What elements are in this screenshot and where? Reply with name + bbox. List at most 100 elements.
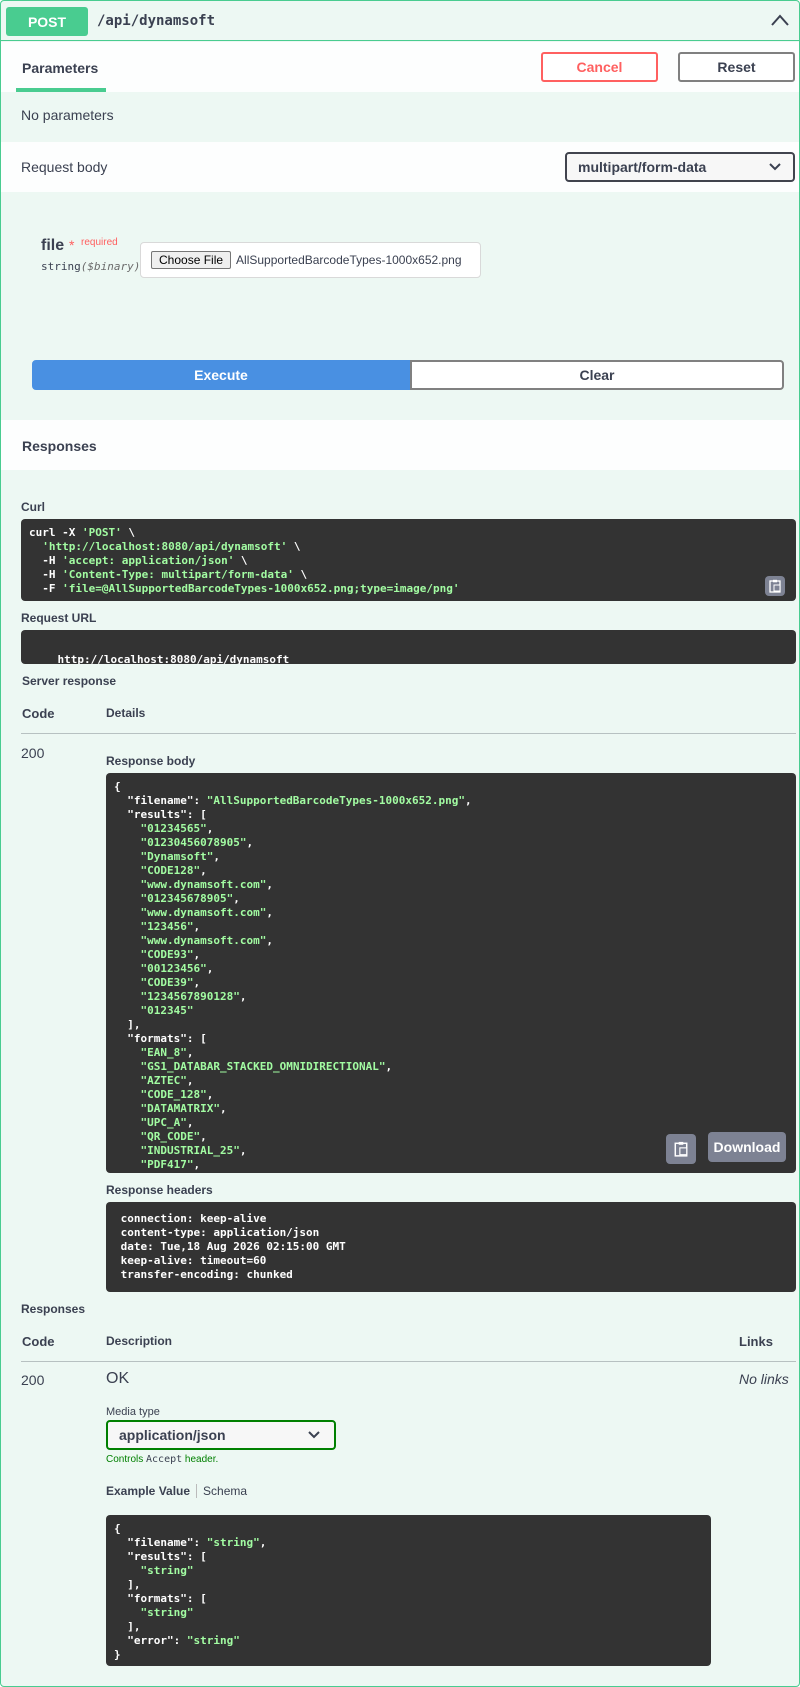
- response-body-line: "Dynamsoft",: [114, 850, 788, 864]
- choose-file-button[interactable]: Choose File: [151, 251, 232, 269]
- clear-button[interactable]: Clear: [410, 360, 784, 390]
- request-url-block[interactable]: http://localhost:8080/api/dynamsoft: [21, 630, 796, 664]
- response-body-punct: ,: [193, 976, 201, 989]
- response-body-key: [114, 1116, 141, 1129]
- response-body-key: [114, 1088, 141, 1101]
- chevron-up-icon[interactable]: [769, 11, 791, 29]
- response-header-line: date: Tue,18 Aug 2026 02:15:00 GMT: [114, 1240, 353, 1253]
- curl-line: -H 'Content-Type: multipart/form-data' \: [29, 568, 788, 582]
- server-response-label: Server response: [22, 674, 117, 688]
- curl-code-block[interactable]: curl -X 'POST' \ 'http://localhost:8080/…: [21, 519, 796, 601]
- copy-curl-button[interactable]: [765, 576, 785, 596]
- response-body-punct: ,: [186, 1046, 194, 1059]
- response-header-line: content-type: application/json: [114, 1226, 326, 1239]
- response-body-line: "123456",: [114, 920, 788, 934]
- example-key: "formats": [: [114, 1592, 207, 1605]
- response-body-line: "www.dynamsoft.com",: [114, 906, 788, 920]
- response-body-key: [114, 934, 141, 947]
- curl-string: 'Content-Type: multipart/form-data': [62, 568, 294, 581]
- response-body-line: "results": [: [114, 808, 788, 822]
- response-body-punct: ,: [193, 920, 201, 933]
- clipboard-icon: [769, 579, 781, 593]
- reset-button[interactable]: Reset: [678, 52, 795, 82]
- file-input[interactable]: Choose File AllSupportedBarcodeTypes-100…: [140, 242, 481, 278]
- tab-example-value[interactable]: Example Value: [106, 1484, 190, 1498]
- response-body-line: "GS1_DATABAR_STACKED_OMNIDIRECTIONAL",: [114, 1060, 788, 1074]
- response-body-string: "UPC_A": [140, 1116, 187, 1129]
- example-punct: ,: [259, 1536, 267, 1549]
- response-body-block[interactable]: { "filename": "AllSupportedBarcodeTypes-…: [106, 773, 796, 1173]
- cancel-button[interactable]: Cancel: [541, 52, 658, 82]
- media-type-label: Media type: [106, 1406, 160, 1418]
- chevron-down-icon: [308, 1431, 320, 1439]
- operation-summary[interactable]: POST /api/dynamsoft: [1, 1, 799, 41]
- curl-line: -H 'accept: application/json' \: [29, 554, 788, 568]
- request-url-label: Request URL: [21, 611, 97, 625]
- response-header-line: connection: keep-alive: [114, 1212, 273, 1225]
- response-body-punct: ,: [233, 892, 240, 905]
- response-body-line: "CODE39",: [114, 976, 788, 990]
- response-body-key: [114, 850, 141, 863]
- doc-response-links: No links: [739, 1371, 789, 1387]
- parameters-header: Parameters Cancel Reset: [1, 42, 799, 92]
- response-body-label: Response body: [106, 754, 196, 768]
- response-body-key: [114, 1144, 141, 1157]
- response-headers-block[interactable]: connection: keep-alive content-type: app…: [106, 1202, 796, 1292]
- request-url-value: http://localhost:8080/api/dynamsoft: [57, 653, 290, 664]
- response-body-string: "www.dynamsoft.com": [140, 934, 267, 947]
- response-body-punct: ,: [219, 1102, 227, 1115]
- response-body-string: "PDF417": [140, 1158, 194, 1171]
- response-body-key: ],: [114, 1018, 141, 1031]
- param-type: string($binary): [41, 260, 140, 273]
- response-body-key: [114, 836, 141, 849]
- response-body-key: [114, 822, 141, 835]
- execute-button[interactable]: Execute: [32, 360, 410, 390]
- response-body-key: [114, 920, 141, 933]
- response-body-key: "filename":: [114, 794, 207, 807]
- curl-string: 'http://localhost:8080/api/dynamsoft': [42, 540, 288, 553]
- response-body-key: [114, 990, 141, 1003]
- chevron-down-icon: [769, 163, 781, 171]
- controls-accept-note: Controls Accept header.: [106, 1454, 218, 1465]
- copy-response-button[interactable]: [666, 1134, 696, 1164]
- response-body-string: "1234567890128": [140, 990, 240, 1003]
- example-key: [114, 1564, 141, 1577]
- operation-block: POST /api/dynamsoft Parameters Cancel Re…: [0, 0, 800, 1687]
- param-type-name: string: [41, 260, 81, 273]
- curl-line: 'http://localhost:8080/api/dynamsoft' \: [29, 540, 788, 554]
- response-headers-label: Response headers: [106, 1183, 213, 1197]
- tab-parameters[interactable]: Parameters: [22, 60, 98, 76]
- media-type-select[interactable]: application/json: [106, 1420, 336, 1450]
- clipboard-icon: [674, 1141, 688, 1157]
- example-value-block[interactable]: { "filename": "string", "results": [ "st…: [106, 1515, 711, 1666]
- response-body-string: "012345": [140, 1004, 194, 1017]
- response-body-text: {: [114, 780, 121, 793]
- response-body-string: "01234565": [140, 822, 207, 835]
- example-line: "results": [: [114, 1550, 703, 1564]
- curl-string: 'file=@AllSupportedBarcodeTypes-1000x652…: [62, 582, 460, 595]
- response-body-key: [114, 976, 141, 989]
- doc-links-header: Links: [739, 1334, 773, 1349]
- example-string: "string": [206, 1536, 260, 1549]
- response-body-key: [114, 1130, 141, 1143]
- responses-title: Responses: [22, 438, 97, 454]
- http-method-badge: POST: [6, 7, 88, 36]
- request-body-label: Request body: [21, 159, 108, 175]
- download-button[interactable]: Download: [708, 1132, 786, 1162]
- example-key: "error":: [114, 1634, 187, 1647]
- response-body-line: "CODE93",: [114, 948, 788, 962]
- doc-description-header: Description: [106, 1334, 173, 1348]
- response-body-punct: ,: [200, 1130, 207, 1143]
- tab-schema[interactable]: Schema: [203, 1484, 247, 1498]
- request-body-header: Request body multipart/form-data: [1, 142, 799, 192]
- response-body-punct: ,: [206, 962, 214, 975]
- response-body-string: "01230456078905": [140, 836, 247, 849]
- doc-response-description: OK: [106, 1370, 130, 1387]
- response-body-key: "formats": [: [114, 1032, 207, 1045]
- response-header-line: transfer-encoding: chunked: [114, 1268, 300, 1281]
- response-body-key: [114, 864, 141, 877]
- tab-underline: [16, 88, 106, 92]
- response-body-punct: ,: [206, 822, 214, 835]
- content-type-select[interactable]: multipart/form-data: [565, 152, 795, 182]
- curl-line: -F 'file=@AllSupportedBarcodeTypes-1000x…: [29, 582, 788, 596]
